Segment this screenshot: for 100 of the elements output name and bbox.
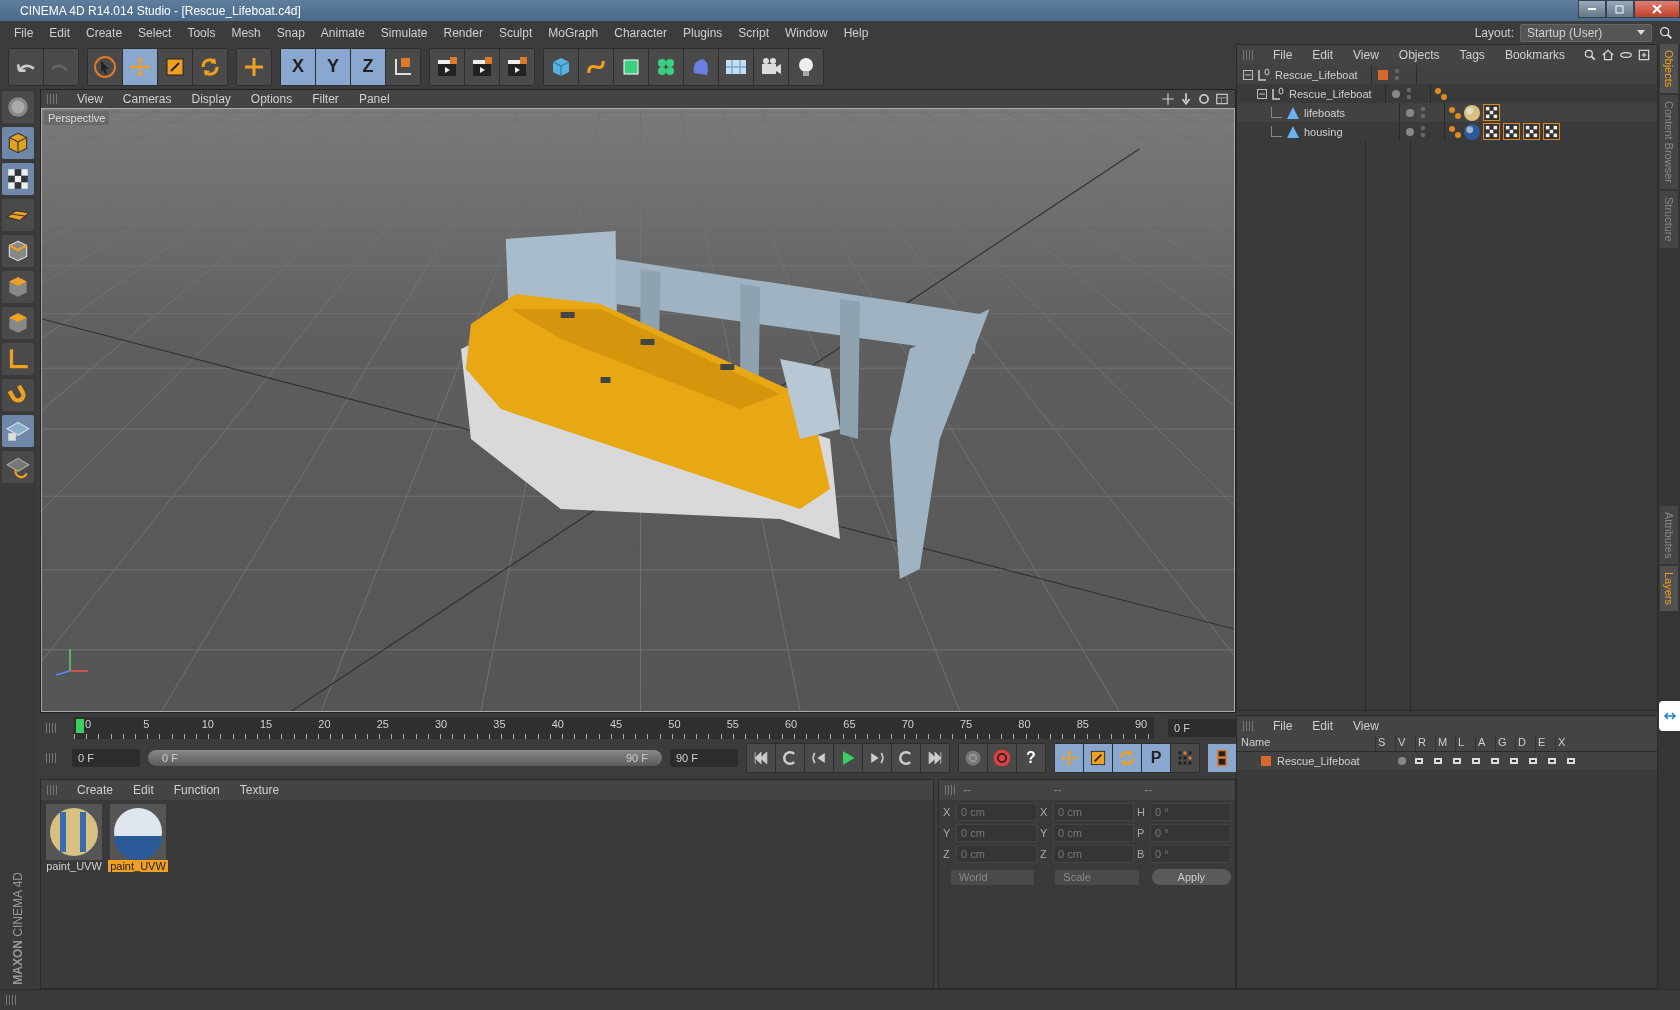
record-button[interactable] [959, 744, 987, 772]
last-button[interactable] [921, 744, 949, 772]
search-icon[interactable] [1658, 24, 1674, 41]
object-name[interactable]: Rescue_Lifeboat [1275, 68, 1358, 81]
layer-menu-item[interactable]: File [1265, 719, 1301, 733]
axis-mode-button[interactable] [2, 343, 34, 375]
checker-mode-button[interactable] [2, 163, 34, 195]
material-tag-icon[interactable] [1464, 123, 1480, 140]
loop-button[interactable] [892, 744, 920, 772]
material-menu-item[interactable]: Edit [125, 783, 162, 797]
remote-tab[interactable] [1659, 701, 1680, 732]
select-tool-button[interactable] [88, 48, 122, 85]
layer-dot[interactable] [1392, 89, 1400, 98]
object-menu-item[interactable]: Bookmarks [1496, 48, 1573, 62]
render-button[interactable] [500, 48, 534, 85]
current-frame-field[interactable]: 0 F [1168, 719, 1236, 737]
layer-dot[interactable] [1406, 108, 1414, 117]
solo-dot[interactable] [1398, 757, 1406, 765]
menu-item[interactable]: Tools [179, 25, 224, 40]
rotate-tool-button[interactable] [193, 48, 227, 85]
close-button[interactable] [1634, 0, 1680, 18]
minimize-button[interactable] [1578, 0, 1606, 18]
coordinate-system-button[interactable] [386, 48, 420, 85]
search-icon[interactable] [1583, 48, 1597, 62]
column-header[interactable]: V [1395, 736, 1415, 751]
menu-item[interactable]: Edit [41, 25, 79, 40]
end-frame-field[interactable]: 90 F [670, 749, 738, 767]
layer-toggle-icon[interactable] [1451, 755, 1463, 767]
add-button[interactable] [237, 48, 271, 85]
menu-item[interactable]: Create [78, 25, 131, 40]
magnet-mode-button[interactable] [2, 379, 34, 411]
collapse-icon[interactable] [1257, 88, 1267, 99]
side-tab[interactable]: Layers [1660, 566, 1678, 612]
layout-dropdown[interactable]: Startup (User) [1520, 23, 1652, 42]
visibility-dots-icon[interactable] [1420, 123, 1426, 140]
phong-tag-icon[interactable] [1435, 87, 1447, 100]
new-window-icon[interactable] [1637, 48, 1651, 62]
visibility-dots-icon[interactable] [1420, 104, 1426, 121]
scale-tool-button[interactable] [158, 48, 192, 85]
maximize-button[interactable] [1606, 0, 1634, 18]
phong-tag-icon[interactable] [1449, 106, 1461, 119]
axis-lock-button[interactable]: X [281, 48, 315, 85]
object-name[interactable]: Rescue_Lifeboat [1289, 87, 1372, 100]
menu-item[interactable]: Select [130, 25, 180, 40]
viewport-menu-item[interactable]: Panel [350, 92, 398, 106]
column-header[interactable]: G [1495, 736, 1515, 751]
object-menu-item[interactable]: View [1345, 48, 1387, 62]
render-button[interactable] [430, 48, 464, 85]
scale-key-button[interactable] [1084, 744, 1112, 772]
menu-item[interactable]: Help [835, 25, 877, 40]
layer-toggle-icon[interactable] [1527, 755, 1539, 767]
visibility-dots-icon[interactable] [1394, 66, 1400, 83]
timeline-button[interactable] [1208, 744, 1236, 772]
plane-mode-button[interactable] [2, 199, 34, 231]
column-header[interactable]: E [1535, 736, 1555, 751]
menu-item[interactable]: MoGraph [540, 25, 607, 40]
column-header[interactable]: R [1415, 736, 1435, 751]
light-button[interactable] [789, 48, 823, 85]
column-header[interactable]: A [1475, 736, 1495, 751]
axis-lock-button[interactable]: Y [316, 48, 350, 85]
camera-button[interactable] [754, 48, 788, 85]
menu-item[interactable]: Render [435, 25, 491, 40]
home-icon[interactable] [1601, 48, 1615, 62]
floor-button[interactable] [719, 48, 753, 85]
uvw-tag-icon[interactable] [1503, 123, 1520, 140]
uvw-tag-icon[interactable] [1483, 104, 1500, 121]
viewport-menu-item[interactable]: Display [183, 92, 239, 106]
uvw-tag-icon[interactable] [1483, 123, 1500, 140]
layer-color-swatch[interactable] [1261, 756, 1271, 766]
column-header[interactable]: D [1515, 736, 1535, 751]
column-header[interactable]: M [1435, 736, 1455, 751]
object-name[interactable]: lifeboats [1304, 106, 1345, 119]
undo-button[interactable] [9, 48, 43, 85]
menu-item[interactable]: Script [730, 25, 777, 40]
layer-name[interactable]: Rescue_Lifeboat [1277, 755, 1360, 767]
object-menu-item[interactable]: Tags [1451, 48, 1493, 62]
layer-toggle-icon[interactable] [1413, 755, 1425, 767]
autokey-button[interactable] [988, 744, 1016, 772]
workplane-mode-button[interactable] [2, 451, 34, 483]
layer-toggle-icon[interactable] [1470, 755, 1482, 767]
column-header[interactable]: S [1375, 736, 1395, 751]
menu-item[interactable]: Animate [312, 25, 373, 40]
menu-item[interactable]: Snap [268, 25, 313, 40]
material-tag-icon[interactable] [1464, 104, 1480, 121]
material-menu-item[interactable]: Function [165, 783, 228, 797]
column-header[interactable]: X [1555, 736, 1575, 751]
mode-button[interactable] [2, 91, 34, 123]
menu-item[interactable]: Simulate [372, 25, 436, 40]
layer-toggle-icon[interactable] [1489, 755, 1501, 767]
layer-menu-item[interactable]: View [1345, 719, 1387, 733]
parameter-key-button[interactable]: P [1142, 744, 1170, 772]
uvw-tag-icon[interactable] [1543, 123, 1560, 140]
menu-item[interactable]: Window [777, 25, 836, 40]
edges-mode-button[interactable] [2, 235, 34, 267]
layer-toggle-icon[interactable] [1508, 755, 1520, 767]
phong-tag-icon[interactable] [1449, 125, 1461, 138]
object-name[interactable]: housing [1304, 125, 1343, 138]
grid-key-button[interactable] [1171, 744, 1199, 772]
cloner-button[interactable] [649, 48, 683, 85]
axis-lock-button[interactable]: Z [351, 48, 385, 85]
